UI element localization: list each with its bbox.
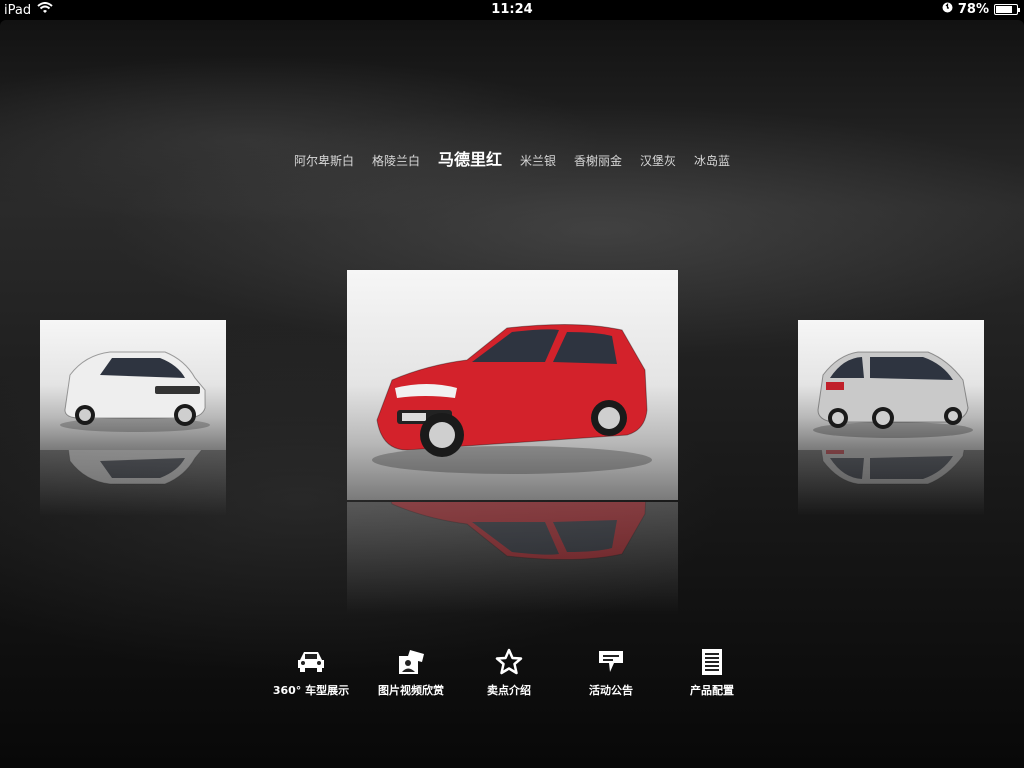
status-bar: iPad 11:24 78% bbox=[0, 0, 1024, 20]
car-card-center[interactable] bbox=[347, 270, 678, 500]
car-image-white bbox=[60, 351, 210, 432]
status-time: 11:24 bbox=[491, 2, 533, 17]
orientation-lock-icon bbox=[942, 2, 953, 17]
battery-percent: 78% bbox=[957, 2, 989, 17]
menu-item-label: 360° 车型展示 bbox=[272, 684, 350, 697]
menu-item-label: 卖点介绍 bbox=[487, 684, 531, 697]
car-card-right[interactable] bbox=[798, 320, 984, 450]
color-option-6[interactable]: 汉堡灰 bbox=[640, 152, 676, 169]
car-image-silver bbox=[813, 351, 973, 438]
color-option-5[interactable]: 香榭丽金 bbox=[574, 152, 622, 169]
app-screen: 阿尔卑斯白 格陵兰白 马德里红 米兰银 香榭丽金 汉堡灰 冰岛蓝 360° 车型… bbox=[0, 20, 1024, 768]
menu-item-label: 产品配置 bbox=[690, 684, 734, 697]
car-card-left-reflection bbox=[40, 450, 226, 516]
color-option-3[interactable]: 马德里红 bbox=[438, 146, 502, 170]
color-selector: 阿尔卑斯白 格陵兰白 马德里红 米兰银 香榭丽金 汉堡灰 冰岛蓝 bbox=[0, 146, 1024, 170]
color-option-1[interactable]: 阿尔卑斯白 bbox=[294, 152, 354, 169]
status-right: 78% bbox=[942, 2, 1020, 17]
menu-item-list[interactable]: 产品配置 bbox=[652, 648, 772, 698]
color-option-2[interactable]: 格陵兰白 bbox=[372, 152, 420, 169]
list-icon bbox=[652, 648, 772, 676]
menu-item-label: 活动公告 bbox=[589, 684, 633, 697]
battery-icon bbox=[994, 4, 1020, 15]
color-option-7[interactable]: 冰岛蓝 bbox=[694, 152, 730, 169]
car-image-red bbox=[372, 323, 652, 474]
menu-item-label: 图片视频欣赏 bbox=[378, 684, 444, 697]
car-card-left[interactable] bbox=[40, 320, 226, 450]
car-card-right-reflection bbox=[798, 450, 984, 516]
bottom-menu: 360° 车型展示 图片视频欣赏 卖点介绍 活动公告 产品配置 bbox=[0, 648, 1024, 708]
color-option-4[interactable]: 米兰银 bbox=[520, 152, 556, 169]
car-card-center-reflection bbox=[347, 502, 678, 614]
